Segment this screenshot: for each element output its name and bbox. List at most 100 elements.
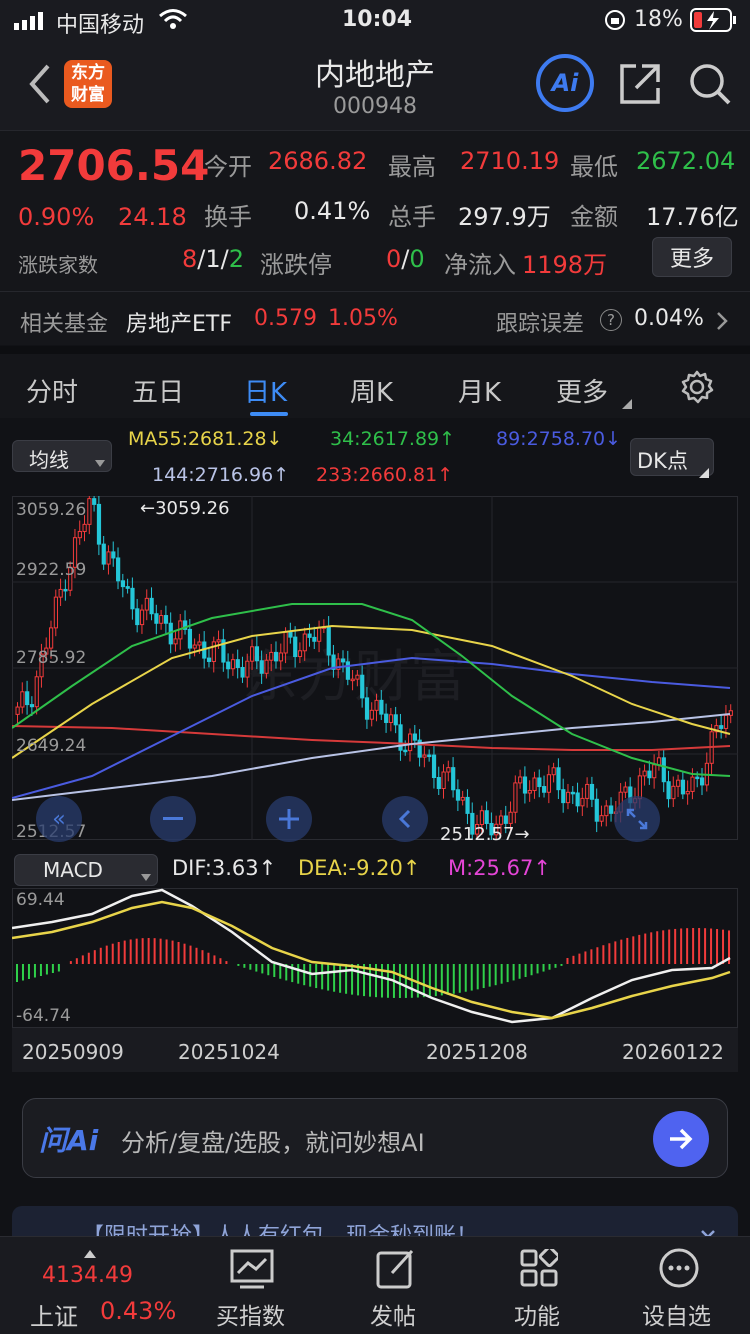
price-chart[interactable]: 东方财富 [12, 496, 738, 840]
candle-body [159, 615, 164, 624]
candle-body [259, 660, 264, 674]
macd-bar [351, 964, 354, 995]
search-icon[interactable] [688, 62, 732, 110]
candle-body [96, 503, 102, 545]
macd-bar [183, 943, 186, 964]
send-button[interactable] [653, 1111, 709, 1167]
settings-gear-icon[interactable] [680, 370, 714, 408]
scroll-left-fast-button[interactable]: « [36, 796, 82, 842]
candle-body [685, 790, 690, 795]
candle-body [163, 615, 169, 624]
candle-body [656, 757, 662, 766]
index-value: 4134.49 [42, 1263, 133, 1288]
fund-name: 房地产ETF [126, 312, 232, 337]
macd-bar [524, 964, 527, 978]
volume-label: 总手 [388, 203, 436, 231]
candle-body [479, 810, 485, 825]
tracking-value: 0.04% [634, 306, 704, 331]
more-dots-icon [658, 1247, 700, 1293]
clock: 10:04 [342, 7, 413, 32]
candle-body [695, 776, 700, 780]
candle-body [49, 627, 54, 649]
ask-ai-input[interactable]: 分析/复盘/选股，就问妙想AI [121, 1123, 425, 1158]
macd-bar [249, 964, 252, 970]
macd-bar [177, 941, 180, 964]
candle-body [580, 797, 585, 807]
macd-bar [584, 951, 587, 964]
ask-ai-bar[interactable]: 问Ai 分析/复盘/选股，就问妙想AI [22, 1098, 728, 1178]
candle-body [235, 659, 240, 668]
turnover-label: 换手 [204, 203, 252, 231]
candle-body [446, 767, 451, 773]
ma89-arrow: ↓ [605, 428, 622, 450]
macd-chart[interactable] [12, 888, 738, 1028]
zoom-out-button[interactable] [150, 796, 196, 842]
ma144-arrow: ↑ [273, 464, 290, 486]
ma89-text: 89:2758.70 [496, 428, 606, 450]
macd-bar [500, 964, 503, 984]
candle-body [317, 627, 322, 642]
tab-monthly-k[interactable]: 月K [458, 372, 501, 409]
macd-bar [93, 950, 96, 964]
macd-bar [45, 964, 48, 975]
macd-bar [446, 964, 449, 995]
candle-body [216, 639, 221, 643]
ma89-value: 89:2758.70↓ [496, 428, 621, 450]
scroll-left-button[interactable] [382, 796, 428, 842]
limit-up: 0 [386, 245, 402, 273]
max-marker-value: 3059.26 [155, 498, 230, 519]
functions-button[interactable]: 功能 [490, 1237, 590, 1334]
turnover-value: 0.41% [294, 197, 371, 225]
candle-body [197, 641, 202, 646]
share-icon[interactable] [618, 62, 662, 110]
y-label-3: 2785.92 [16, 648, 87, 668]
ai-button[interactable]: Ai [536, 54, 594, 112]
candle-body [585, 783, 590, 799]
max-marker: ←3059.26 [140, 498, 230, 519]
macd-bar [716, 929, 719, 964]
help-icon[interactable]: ? [600, 309, 622, 331]
macd-bar [380, 964, 383, 998]
candle-body [120, 580, 126, 588]
tab-daily-k[interactable]: 日K [244, 372, 287, 409]
candle-body [680, 779, 686, 795]
macd-bar [518, 964, 521, 979]
caret-up-icon [84, 1243, 96, 1262]
netflow-label: 净流入 [444, 251, 516, 279]
open-label: 今开 [204, 153, 252, 181]
candle-body [379, 699, 384, 715]
candle-body [436, 777, 441, 790]
promo-text: 【限时开抢】人人有红包，现金秒到账！ [82, 1218, 478, 1236]
candle-body [522, 776, 528, 794]
promo-banner[interactable]: 【限时开抢】人人有红包，现金秒到账！ [12, 1206, 738, 1236]
add-watchlist-button[interactable]: 设自选 [630, 1237, 730, 1334]
candle-body [77, 530, 82, 539]
tab-five-day[interactable]: 五日 [132, 372, 184, 409]
volume-value: 297.9万 [458, 203, 551, 231]
candle-body [388, 714, 394, 723]
buy-index-label: 买指数 [216, 1304, 285, 1330]
buy-index-button[interactable]: 买指数 [200, 1237, 304, 1334]
macd-selector-label: MACD [43, 858, 103, 882]
macd-bar [536, 964, 539, 974]
zoom-in-button[interactable] [266, 796, 312, 842]
candle-body [206, 657, 212, 662]
macd-bar [476, 964, 479, 990]
macd-selector[interactable]: MACD [14, 854, 158, 886]
breadth-flat: 2 [228, 245, 245, 273]
ma-selector[interactable]: 均线 [12, 440, 112, 472]
tab-intraday[interactable]: 分时 [26, 372, 78, 409]
more-button[interactable]: 更多 [652, 237, 732, 277]
macd-bar [345, 964, 348, 994]
limit-label: 涨跌停 [260, 251, 332, 279]
macd-bar [386, 964, 389, 998]
fullscreen-button[interactable] [614, 796, 660, 842]
macd-bar [566, 958, 569, 964]
ma144-value: 144:2716.96↑ [152, 464, 289, 486]
tab-more[interactable]: 更多 [556, 372, 608, 409]
macd-bar [452, 964, 455, 994]
post-button[interactable]: 发帖 [346, 1237, 446, 1334]
app-root: 中国移动 10:04 18% 东方 财富 内地地产 000948 Ai 2706… [0, 0, 750, 1334]
dk-point-button[interactable]: DK点 [630, 438, 714, 478]
tab-weekly-k[interactable]: 周K [350, 372, 393, 409]
